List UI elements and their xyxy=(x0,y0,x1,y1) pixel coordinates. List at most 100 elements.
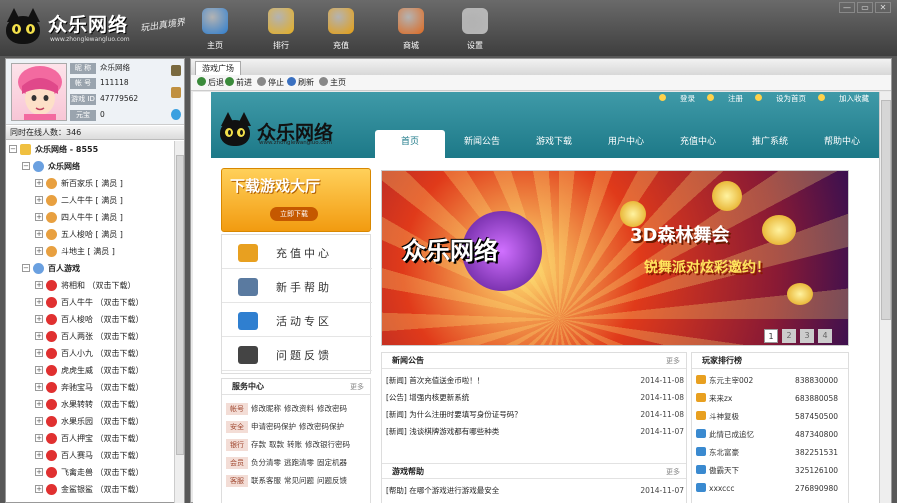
expand-toggle-icon[interactable]: + xyxy=(35,417,43,425)
expand-toggle-icon[interactable]: − xyxy=(22,264,30,272)
site-menu-tab[interactable]: 游戏下载 xyxy=(519,130,589,158)
expand-toggle-icon[interactable]: + xyxy=(35,332,43,340)
expand-toggle-icon[interactable]: + xyxy=(35,400,43,408)
promo-page-button[interactable]: 1 xyxy=(764,329,778,343)
tree-item[interactable]: + 新百家乐 [ 满员 ] xyxy=(6,175,174,192)
service-link[interactable]: 修改昵称 xyxy=(251,404,281,413)
side-menu-item[interactable]: 新手帮助 xyxy=(222,271,372,303)
service-link[interactable]: 负分清零 xyxy=(251,458,281,467)
site-menu-tab[interactable]: 帮助中心 xyxy=(807,130,877,158)
rank-item[interactable]: 来来zx 683880058 xyxy=(696,391,846,407)
lock-icon[interactable] xyxy=(171,87,181,98)
expand-toggle-icon[interactable]: + xyxy=(35,230,43,238)
tree-item[interactable]: + 五人梭哈 [ 满员 ] xyxy=(6,226,174,243)
service-link[interactable]: 常见问题 xyxy=(284,476,314,485)
rank-item[interactable]: 傲霸天下 325126100 xyxy=(696,463,846,479)
top-link[interactable]: 加入收藏 xyxy=(818,94,869,103)
refresh-button[interactable]: 刷新 xyxy=(287,75,314,91)
tree-item[interactable]: + 金鲨银鲨 （双击下载） xyxy=(6,481,174,498)
home-button[interactable]: 主页 xyxy=(319,75,346,91)
expand-toggle-icon[interactable]: + xyxy=(35,247,43,255)
expand-toggle-icon[interactable]: + xyxy=(35,383,43,391)
service-link[interactable]: 申请密码保护 xyxy=(251,422,296,431)
content-scrollbar-thumb[interactable] xyxy=(881,100,891,320)
tree-item[interactable]: + 水果乐园 （双击下载） xyxy=(6,413,174,430)
expand-toggle-icon[interactable]: + xyxy=(35,315,43,323)
nav-rank-button[interactable]: 排行 xyxy=(258,8,304,52)
download-banner[interactable]: 下载游戏大厅 立即下载 xyxy=(221,168,371,232)
site-menu-tab[interactable]: 充值中心 xyxy=(663,130,733,158)
expand-toggle-icon[interactable]: + xyxy=(35,434,43,442)
expand-toggle-icon[interactable]: + xyxy=(35,349,43,357)
site-menu-tab[interactable]: 用户中心 xyxy=(591,130,661,158)
expand-toggle-icon[interactable]: + xyxy=(35,366,43,374)
tree-item[interactable]: + 百人赛马 （双击下载） xyxy=(6,447,174,464)
tree-item[interactable]: + 斗地主 [ 满员 ] xyxy=(6,243,174,260)
tree-item[interactable]: + 奔驰宝马 （双击下载） xyxy=(6,379,174,396)
service-link[interactable]: 存款 xyxy=(251,440,266,449)
tree-item[interactable]: + 虎虎生威 （双击下载） xyxy=(6,362,174,379)
avatar[interactable] xyxy=(11,63,67,121)
news-item[interactable]: [新闻] 浅谈棋牌游戏都有哪些种类 2014-11-07 xyxy=(386,424,686,440)
promo-page-button[interactable]: 2 xyxy=(782,329,796,343)
minimize-button[interactable]: — xyxy=(839,2,855,13)
service-link[interactable]: 转账 xyxy=(287,440,302,449)
promo-banner[interactable]: 众乐网络 3D森林舞会 锐舞派对炫彩邀约！ 1234 xyxy=(381,170,849,346)
promo-page-button[interactable]: 4 xyxy=(818,329,832,343)
tree-item[interactable]: + 水果转转 （双击下载） xyxy=(6,396,174,413)
expand-toggle-icon[interactable]: + xyxy=(35,451,43,459)
side-menu-item[interactable]: 活动专区 xyxy=(222,305,372,337)
tree-item[interactable]: − 百人游戏 xyxy=(6,260,174,277)
service-link[interactable]: 修改密码 xyxy=(317,404,347,413)
site-logo[interactable]: 众乐网络 www.zhonglewangluo.com xyxy=(219,110,369,154)
tree-item[interactable]: − 众乐网络 - 8555 xyxy=(6,141,174,158)
help-item[interactable]: [帮助] 在哪个游戏进行游戏最安全 2014-11-07 xyxy=(386,483,686,499)
service-link[interactable]: 修改密码保护 xyxy=(299,422,344,431)
stop-button[interactable]: 停止 xyxy=(257,75,284,91)
expand-toggle-icon[interactable]: + xyxy=(35,298,43,306)
maximize-button[interactable]: ▭ xyxy=(857,2,873,13)
service-link[interactable]: 逃跑清零 xyxy=(284,458,314,467)
expand-toggle-icon[interactable]: + xyxy=(35,196,43,204)
nav-coins-button[interactable]: 充值 xyxy=(318,8,364,52)
content-scrollbar[interactable] xyxy=(879,92,891,503)
help-more-link[interactable]: 更多 xyxy=(666,464,680,480)
tree-item[interactable]: + 飞禽走兽 （双击下载） xyxy=(6,464,174,481)
top-link[interactable]: 设为首页 xyxy=(755,94,806,103)
nav-ie-button[interactable]: 主页 xyxy=(192,8,238,52)
tree-item[interactable]: + 百人梭哈 （双击下载） xyxy=(6,311,174,328)
nav-shop-button[interactable]: 商城 xyxy=(388,8,434,52)
diamond-icon[interactable] xyxy=(171,109,181,120)
side-menu-item[interactable]: 问题反馈 xyxy=(222,339,372,371)
tree-item[interactable]: + 百人牛牛 （双击下载） xyxy=(6,294,174,311)
rank-item[interactable]: 此情已成追忆 487340800 xyxy=(696,427,846,443)
download-now-button[interactable]: 立即下载 xyxy=(270,207,318,221)
rank-item[interactable]: xxxccc 276890980 xyxy=(696,481,846,497)
news-item[interactable]: [新闻] 为什么注册时要填写身份证号码？ 2014-11-08 xyxy=(386,407,686,423)
tree-item[interactable]: − 众乐网络 xyxy=(6,158,174,175)
service-link[interactable]: 问题反馈 xyxy=(317,476,347,485)
service-link[interactable]: 取款 xyxy=(269,440,284,449)
news-item[interactable]: [公告] 增强内核更新系统 2014-11-08 xyxy=(386,390,686,406)
tree-item[interactable]: + 百人两张 （双击下载） xyxy=(6,328,174,345)
rank-item[interactable]: 斗神复极 587450500 xyxy=(696,409,846,425)
tree-item[interactable]: + 百人小九 （双击下载） xyxy=(6,345,174,362)
site-menu-tab[interactable]: 首页 xyxy=(375,130,445,158)
tree-item[interactable]: + 四人牛牛 [ 满员 ] xyxy=(6,209,174,226)
site-menu-tab[interactable]: 新闻公告 xyxy=(447,130,517,158)
expand-toggle-icon[interactable]: − xyxy=(22,162,30,170)
tree-item[interactable]: + 将相和 （双击下载） xyxy=(6,277,174,294)
site-menu-tab[interactable]: 推广系统 xyxy=(735,130,805,158)
service-more-link[interactable]: 更多 xyxy=(350,379,364,395)
expand-toggle-icon[interactable]: + xyxy=(35,213,43,221)
top-link[interactable]: 登录 xyxy=(659,94,695,103)
tree-scrollbar[interactable] xyxy=(174,141,184,503)
news-item[interactable]: [新闻] 首次充值送金币啦！！ 2014-11-08 xyxy=(386,373,686,389)
service-link[interactable]: 修改资料 xyxy=(284,404,314,413)
top-link[interactable]: 注册 xyxy=(707,94,743,103)
back-button[interactable]: 后退 xyxy=(197,75,224,91)
promo-page-button[interactable]: 3 xyxy=(800,329,814,343)
news-more-link[interactable]: 更多 xyxy=(666,353,680,369)
tab-game-plaza[interactable]: 游戏广场 xyxy=(195,61,241,75)
tree-item[interactable]: + 二人牛牛 [ 满员 ] xyxy=(6,192,174,209)
